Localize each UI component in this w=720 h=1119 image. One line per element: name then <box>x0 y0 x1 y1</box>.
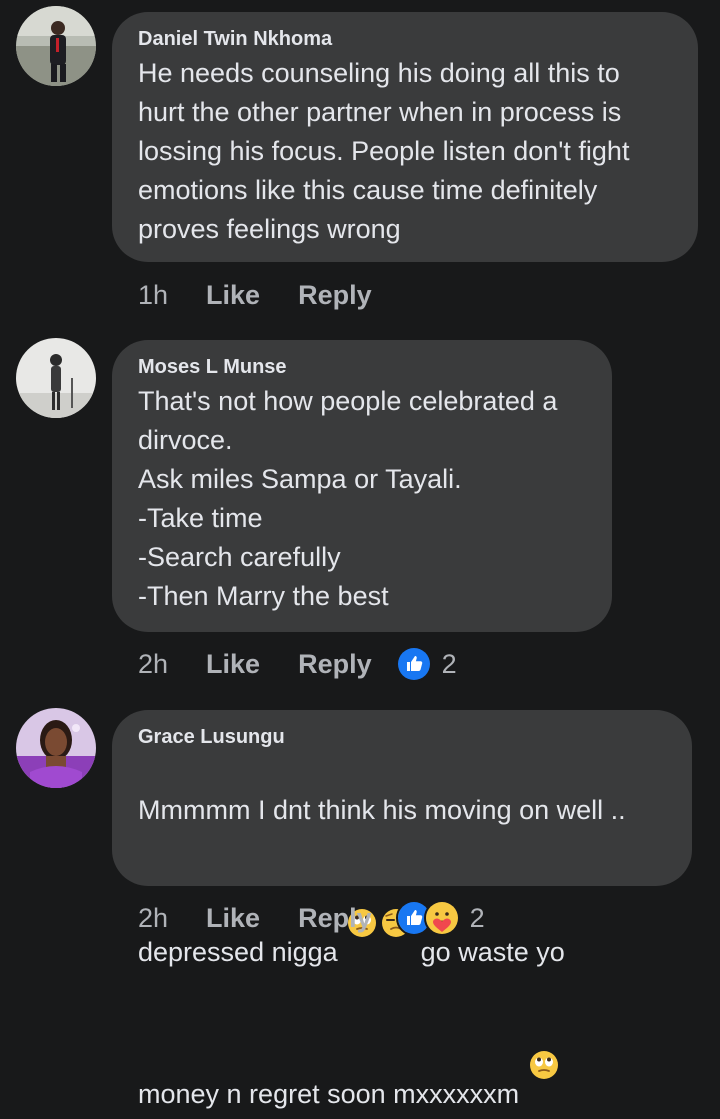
avatar-photo <box>16 338 96 418</box>
avatar-photo <box>16 708 96 788</box>
reaction-summary[interactable]: 2 <box>395 900 485 936</box>
reply-button[interactable]: Reply <box>298 280 372 311</box>
care-icon <box>423 900 460 936</box>
reply-button[interactable]: Reply <box>298 903 372 934</box>
comment-actions: 1h Like Reply <box>138 275 396 315</box>
avatar-photo <box>16 6 96 86</box>
comment-actions: 2h Like Reply 2 <box>138 644 457 684</box>
comment-author[interactable]: Moses L Munse <box>138 354 586 380</box>
comment-bubble: Moses L Munse That's not how people cele… <box>112 340 612 632</box>
comment-timestamp[interactable]: 1h <box>138 280 168 311</box>
avatar[interactable] <box>16 6 96 86</box>
comment-text-line-2b: go waste yo <box>413 937 565 967</box>
reaction-summary[interactable]: 2 <box>395 646 457 682</box>
unamused-emoji <box>381 869 411 937</box>
like-icon <box>395 646 432 682</box>
comment-text-line-3: money n regret soon mxxxxxxm <box>138 1079 527 1109</box>
like-button[interactable]: Like <box>206 903 260 934</box>
comment-author[interactable]: Daniel Twin Nkhoma <box>138 26 672 52</box>
eye-roll-emoji <box>529 1011 559 1079</box>
comment-text: He needs counseling his doing all this t… <box>138 58 630 244</box>
comment-text-line-1: Mmmmm I dnt think his moving on well .. <box>138 795 626 825</box>
comment-timestamp[interactable]: 2h <box>138 649 168 680</box>
like-button[interactable]: Like <box>206 649 260 680</box>
comment-author[interactable]: Grace Lusungu <box>138 724 666 750</box>
reply-button[interactable]: Reply <box>298 649 372 680</box>
comment-text-line-2a: depressed nigga <box>138 937 346 967</box>
comment-bubble: Daniel Twin Nkhoma He needs counseling h… <box>112 12 698 262</box>
comment-actions: 2h Like Reply 2 <box>138 898 485 938</box>
avatar[interactable] <box>16 338 96 418</box>
like-button[interactable]: Like <box>206 280 260 311</box>
comment-timestamp[interactable]: 2h <box>138 903 168 934</box>
eye-roll-emoji <box>347 869 377 937</box>
reaction-count: 2 <box>469 902 485 933</box>
comment-bubble: Grace Lusungu Mmmmm I dnt think his movi… <box>112 710 692 1109</box>
comment-text: That's not how people celebrated a dirvo… <box>138 386 558 611</box>
avatar[interactable] <box>16 708 96 788</box>
reaction-count: 2 <box>441 648 457 679</box>
